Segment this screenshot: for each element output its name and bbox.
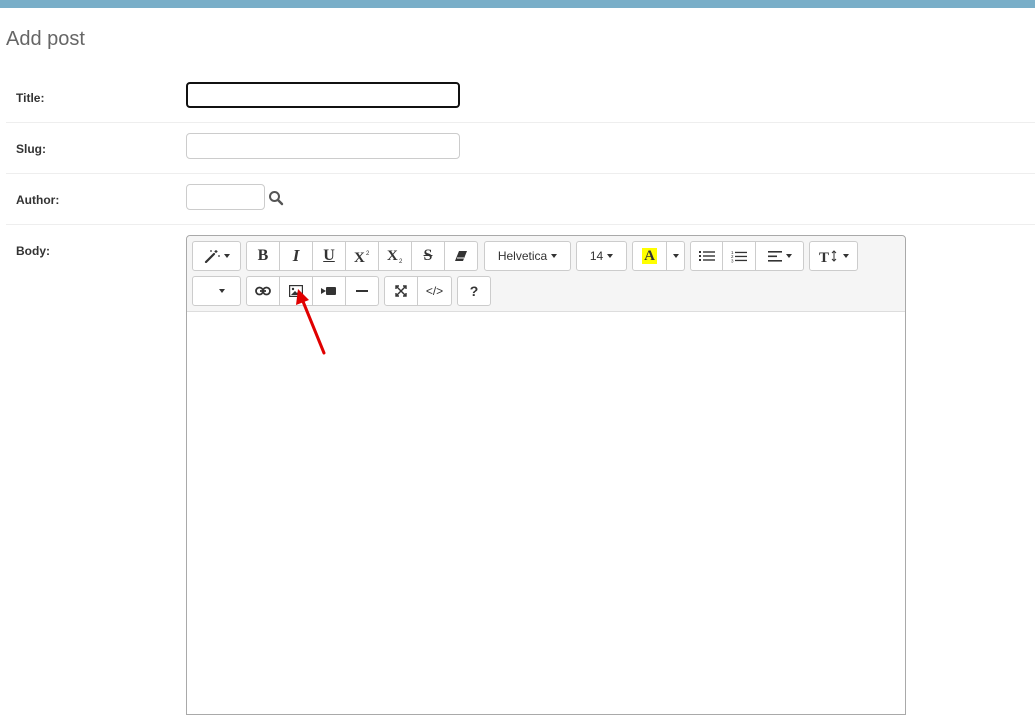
align-left-icon (767, 250, 782, 262)
color-button[interactable]: A (632, 241, 667, 271)
link-icon (255, 286, 271, 296)
chevron-down-icon (785, 254, 792, 258)
form-row-author: Author: (6, 174, 1035, 225)
chevron-down-icon (223, 254, 230, 258)
svg-text:X: X (354, 250, 365, 263)
svg-text:3: 3 (731, 258, 734, 263)
header-bar (0, 0, 1035, 8)
annotation-arrow (296, 289, 326, 355)
style-button[interactable] (192, 241, 241, 271)
paragraph-align-dropdown[interactable] (756, 241, 804, 271)
bullet-list-icon (698, 251, 715, 261)
unordered-list-button[interactable] (690, 241, 723, 271)
italic-icon: I (292, 246, 300, 265)
svg-text:2: 2 (399, 259, 403, 264)
chevron-down-icon (842, 254, 849, 258)
font-size-dropdown[interactable]: 14 (576, 241, 627, 271)
svg-text:X: X (387, 248, 398, 264)
svg-text:T: T (819, 250, 829, 263)
font-family-dropdown[interactable]: Helvetica (484, 241, 571, 271)
bold-button[interactable]: B (246, 241, 280, 271)
chevron-down-icon (607, 254, 614, 258)
subscript-button[interactable]: X 2 (379, 241, 412, 271)
ordered-list-button[interactable]: 1 2 3 (723, 241, 756, 271)
subscript-icon: X 2 (387, 248, 403, 264)
chevron-down-icon (218, 289, 225, 293)
help-icon: ? (469, 283, 479, 299)
svg-text:2: 2 (366, 251, 370, 257)
color-dropdown-toggle[interactable] (667, 241, 685, 271)
code-view-button[interactable]: </> (418, 276, 452, 306)
slug-input[interactable] (186, 133, 460, 159)
line-height-icon: T (819, 250, 836, 263)
strikethrough-icon: S (423, 247, 433, 264)
line-height-dropdown[interactable]: T (809, 241, 858, 271)
chevron-down-icon (551, 254, 558, 258)
author-label: Author: (16, 193, 60, 207)
underline-button[interactable]: U (313, 241, 346, 271)
title-input[interactable] (186, 82, 460, 108)
superscript-icon: X 2 (354, 250, 370, 263)
page-title: Add post (6, 28, 85, 50)
text-color-icon: A (642, 248, 657, 264)
form-row-title: Title: (6, 70, 1035, 123)
clear-format-button[interactable] (445, 241, 478, 271)
italic-button[interactable]: I (280, 241, 313, 271)
eraser-icon (455, 251, 467, 261)
slug-label: Slug: (16, 142, 46, 156)
table-dropdown[interactable] (192, 276, 241, 306)
magic-wand-icon (204, 250, 220, 263)
font-family-value: Helvetica (497, 249, 548, 263)
horizontal-rule-button[interactable] (346, 276, 379, 306)
minus-icon (356, 290, 368, 292)
bold-icon: B (257, 247, 269, 264)
body-label: Body: (16, 244, 50, 258)
superscript-button[interactable]: X 2 (346, 241, 379, 271)
expand-icon (395, 285, 407, 297)
chevron-down-icon (672, 254, 679, 258)
font-size-value: 14 (589, 249, 604, 263)
editor-content-area[interactable] (187, 312, 905, 716)
title-label: Title: (16, 91, 45, 105)
fullscreen-button[interactable] (384, 276, 418, 306)
underline-icon: U (323, 247, 335, 264)
strikethrough-button[interactable]: S (412, 241, 445, 271)
form-row-slug: Slug: (6, 123, 1035, 174)
numbered-list-icon: 1 2 3 (731, 250, 747, 263)
code-icon: </> (425, 284, 444, 298)
link-button[interactable] (246, 276, 280, 306)
help-button[interactable]: ? (457, 276, 491, 306)
author-input[interactable] (186, 184, 265, 210)
search-icon[interactable] (268, 190, 284, 206)
